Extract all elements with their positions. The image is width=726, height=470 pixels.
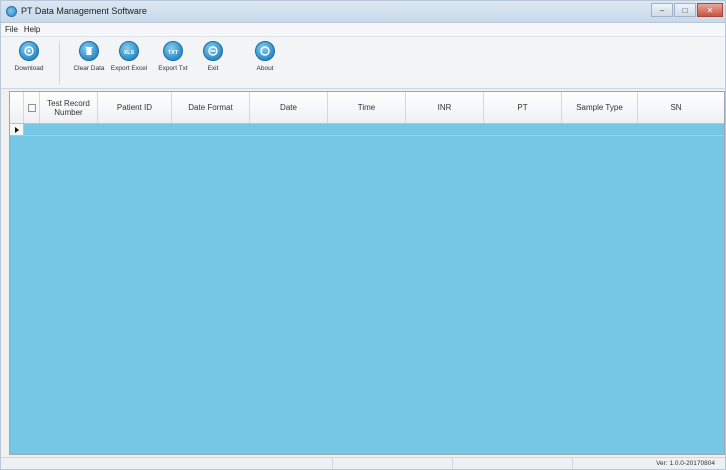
select-all-corner[interactable] — [10, 92, 24, 123]
xls-icon: XLS — [119, 41, 139, 61]
col-time[interactable]: Time — [328, 92, 406, 123]
txt-icon: TXT — [163, 41, 183, 61]
status-pane-3 — [453, 458, 573, 469]
about-label: About — [256, 65, 274, 72]
info-icon — [255, 41, 275, 61]
download-button[interactable]: Download — [9, 41, 49, 72]
current-row-arrow-icon — [14, 126, 19, 133]
select-all-checkbox-cell[interactable] — [24, 92, 40, 123]
col-pt[interactable]: PT — [484, 92, 562, 123]
app-window: PT Data Management Software – □ ✕ File H… — [0, 0, 726, 470]
col-date[interactable]: Date — [250, 92, 328, 123]
export-excel-button[interactable]: XLS Export Excel — [109, 41, 149, 72]
col-patient-id[interactable]: Patient ID — [98, 92, 172, 123]
minimize-button[interactable]: – — [651, 3, 673, 17]
clear-data-button[interactable]: Clear Data — [69, 41, 109, 72]
row-header-current[interactable] — [10, 124, 24, 136]
status-pane-2 — [333, 458, 453, 469]
menu-file[interactable]: File — [5, 25, 18, 34]
window-title: PT Data Management Software — [21, 6, 147, 16]
col-sample-type[interactable]: Sample Type — [562, 92, 638, 123]
status-bar: Ver: 1.0.0-20170804 — [1, 457, 725, 469]
svg-text:TXT: TXT — [168, 50, 179, 56]
col-sn[interactable]: SN — [638, 92, 714, 123]
close-icon: ✕ — [706, 5, 714, 15]
maximize-icon: □ — [682, 5, 688, 15]
col-inr[interactable]: INR — [406, 92, 484, 123]
menu-bar: File Help — [1, 23, 725, 37]
col-test-record-number[interactable]: Test Record Number — [40, 92, 98, 123]
grid-header: Test Record Number Patient ID Date Forma… — [10, 92, 724, 124]
new-row[interactable] — [24, 124, 724, 136]
toolbar: Download Clear Data XLS Export Excel TXT… — [1, 37, 725, 89]
minimize-icon: – — [659, 5, 665, 15]
download-label: Download — [14, 65, 44, 72]
about-button[interactable]: About — [245, 41, 285, 72]
close-button[interactable]: ✕ — [697, 3, 723, 17]
window-controls: – □ ✕ — [650, 3, 723, 19]
version-label: Ver: 1.0.0-20170804 — [656, 460, 715, 467]
menu-help[interactable]: Help — [24, 25, 40, 34]
exit-icon — [203, 41, 223, 61]
toolbar-separator — [59, 41, 60, 85]
export-excel-label: Export Excel — [110, 65, 148, 72]
download-icon — [19, 41, 39, 61]
export-txt-label: Export Txt — [158, 65, 188, 72]
title-bar[interactable]: PT Data Management Software – □ ✕ — [1, 1, 725, 23]
maximize-button[interactable]: □ — [674, 3, 696, 17]
svg-text:XLS: XLS — [124, 50, 135, 56]
data-grid[interactable]: Test Record Number Patient ID Date Forma… — [9, 91, 725, 455]
status-pane-1 — [1, 458, 333, 469]
clear-data-label: Clear Data — [73, 65, 105, 72]
app-icon — [6, 6, 17, 17]
exit-button[interactable]: Exit — [193, 41, 233, 72]
exit-label: Exit — [207, 65, 219, 72]
checkbox-icon[interactable] — [27, 103, 36, 112]
col-date-format[interactable]: Date Format — [172, 92, 250, 123]
trash-icon — [79, 41, 99, 61]
export-txt-button[interactable]: TXT Export Txt — [153, 41, 193, 72]
